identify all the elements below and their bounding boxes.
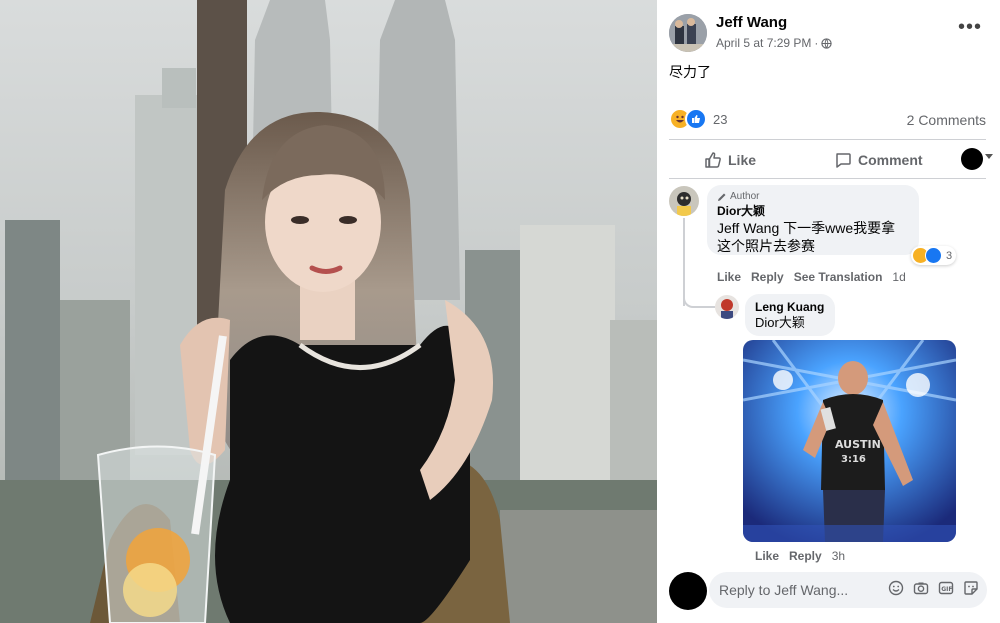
reply-tools: GIF	[888, 580, 979, 596]
photo-illustration	[0, 0, 657, 623]
reply-placeholder: Reply to Jeff Wang...	[719, 582, 849, 598]
comment-reply-link[interactable]: Reply	[751, 270, 784, 284]
reply-avatar[interactable]	[715, 295, 739, 319]
comments-count[interactable]: 2 Comments	[907, 112, 986, 128]
comment-reactions[interactable]: 3	[911, 246, 957, 265]
post-text: 尽力了	[669, 64, 711, 80]
comment-text-line2: 这个照片去参赛	[717, 238, 815, 254]
comment-text-line1: Jeff Wang 下一季wwe我要拿	[717, 220, 896, 236]
comment-bubble: Author Dior大颖 Jeff Wang 下一季wwe我要拿 这个照片去参…	[707, 185, 919, 255]
more-options-icon[interactable]: •••	[958, 17, 982, 37]
comment-reaction-count: 3	[946, 249, 953, 262]
comment-actions: Like Reply See Translation 1d	[717, 270, 906, 284]
meta-separator: ·	[814, 36, 819, 50]
like-reaction-icon	[925, 247, 942, 264]
author-badge-label: Author	[730, 191, 760, 202]
post-photo[interactable]	[0, 0, 657, 623]
wrestler-image: AUSTIN 3:16	[743, 340, 956, 542]
author-avatar[interactable]	[669, 14, 707, 52]
author-badge: Author	[717, 191, 909, 202]
divider	[669, 139, 986, 140]
sticker-icon[interactable]	[963, 580, 979, 596]
current-user-avatar[interactable]	[669, 572, 707, 610]
gif-icon[interactable]: GIF	[938, 580, 954, 596]
see-translation-link[interactable]: See Translation	[794, 270, 883, 284]
post-date[interactable]: April 5 at 7:29 PM	[716, 36, 811, 50]
comment-icon	[836, 153, 851, 168]
avatar-image	[669, 14, 707, 52]
camera-icon[interactable]	[913, 580, 929, 596]
profile-selector-avatar[interactable]	[961, 148, 983, 170]
reply-bubble: Leng Kuang Dior大颖	[745, 294, 835, 336]
reply-image[interactable]: AUSTIN 3:16	[743, 340, 956, 542]
divider	[669, 178, 986, 179]
emoji-icon[interactable]	[888, 580, 904, 596]
post-author-name[interactable]: Jeff Wang	[716, 14, 787, 31]
svg-text:AUSTIN: AUSTIN	[835, 438, 881, 451]
pencil-icon	[718, 193, 726, 201]
comment-like-link[interactable]: Like	[717, 270, 741, 284]
comment-panel: Jeff Wang April 5 at 7:29 PM · ••• 尽力了 2…	[657, 0, 1000, 623]
chevron-down-icon[interactable]	[985, 154, 993, 159]
like-button[interactable]: Like	[704, 151, 756, 169]
reply-time[interactable]: 3h	[832, 549, 845, 563]
like-reaction-icon	[685, 108, 707, 130]
thread-line	[683, 218, 685, 306]
post-actions-bar: Like Comment	[669, 146, 993, 174]
svg-text:3:16: 3:16	[841, 454, 866, 465]
reply-actions: Like Reply 3h	[755, 549, 845, 563]
like-label: Like	[728, 152, 757, 168]
reply-text: Dior大颖	[755, 315, 805, 330]
reply-author-name[interactable]: Leng Kuang	[755, 300, 825, 314]
reply-like-link[interactable]: Like	[755, 549, 779, 563]
reply-input[interactable]: Reply to Jeff Wang... GIF	[709, 572, 987, 608]
reaction-summary[interactable]: 23	[669, 108, 727, 130]
thread-connector	[683, 296, 715, 308]
reaction-count: 23	[713, 111, 728, 127]
reply-reply-link[interactable]: Reply	[789, 549, 822, 563]
comment-time[interactable]: 1d	[892, 270, 905, 284]
comment-label: Comment	[858, 152, 923, 168]
commenter-avatar[interactable]	[669, 186, 699, 216]
avatar-image	[715, 295, 739, 319]
globe-icon	[821, 37, 833, 49]
avatar-image	[669, 186, 699, 216]
thumbs-up-icon	[705, 152, 721, 168]
post-meta: April 5 at 7:29 PM ·	[716, 36, 833, 50]
svg-text:GIF: GIF	[941, 586, 952, 593]
comment-author-name[interactable]: Dior大颖	[717, 202, 909, 219]
comment-button[interactable]: Comment	[834, 151, 923, 169]
